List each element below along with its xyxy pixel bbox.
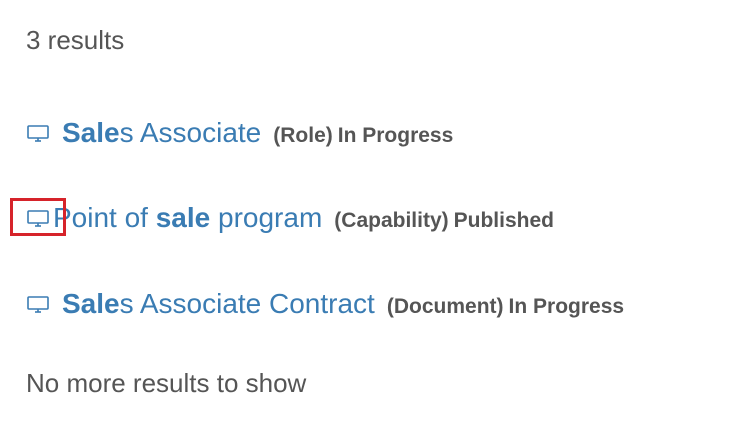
title-match: sale — [155, 202, 211, 233]
title-match: Sale — [62, 117, 120, 148]
title-text: s Associate — [119, 117, 262, 148]
monitor-icon[interactable] — [26, 120, 52, 146]
result-title-link[interactable]: Sales Associate Contract — [62, 286, 375, 322]
title-text: s Associate Contract — [119, 288, 375, 319]
result-meta: (Document) In Progress — [387, 295, 624, 319]
result-status: Published — [453, 208, 554, 232]
result-type: (Capability) — [334, 208, 449, 232]
results-count: 3 results — [26, 25, 125, 55]
title-text: Point of — [53, 202, 156, 233]
monitor-icon[interactable] — [26, 291, 52, 317]
result-type: (Role) — [273, 123, 333, 147]
search-results-panel: 3 results Sales Associate (Role) In Progr… — [0, 0, 742, 448]
monitor-icon[interactable] — [26, 205, 52, 231]
result-status: In Progress — [337, 123, 454, 147]
result-status: In Progress — [508, 294, 625, 318]
result-item: Point of sale program (Capability) Publis… — [26, 198, 554, 238]
result-item: Sales Associate (Role) In Progress — [26, 113, 453, 153]
result-title-link[interactable]: Sales Associate — [62, 115, 261, 151]
result-type: (Document) — [386, 294, 504, 318]
result-meta: (Role) In Progress — [273, 124, 453, 148]
result-title-link[interactable]: Point of sale program — [53, 200, 322, 236]
no-more-results-text: No more results to show — [26, 368, 307, 398]
result-meta: (Capability) Published — [334, 209, 554, 233]
title-text: program — [210, 202, 323, 233]
title-match: Sale — [62, 288, 120, 319]
result-item: Sales Associate Contract (Document) In Pr… — [26, 284, 624, 324]
